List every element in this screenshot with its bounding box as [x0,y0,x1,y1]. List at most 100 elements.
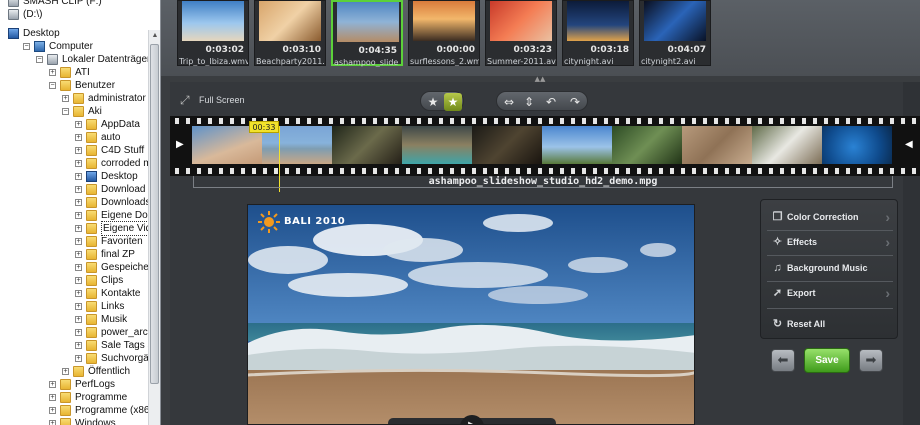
panel-item[interactable]: ↻ Reset All [770,314,892,334]
panel-item[interactable]: ♫ Background Music [770,258,892,278]
tree-item[interactable]: + Windows [49,417,116,425]
timeline-frame[interactable] [682,126,752,164]
expand-icon[interactable]: + [62,95,69,102]
expand-icon[interactable]: + [49,420,56,425]
tree-item[interactable]: + C4D Stuff [75,144,144,157]
expand-icon[interactable]: + [49,381,56,388]
color-correction-icon: ❐ [772,211,783,223]
tree-item[interactable]: + final ZP [75,248,135,261]
tree-item[interactable]: + PerfLogs [49,378,115,391]
timeline-frame[interactable] [612,126,682,164]
save-button[interactable]: Save [804,348,850,373]
video-preview[interactable]: BALI 2010 ▶ [247,204,695,425]
tree-item[interactable]: + Musik [75,313,127,326]
flip-vertical-icon[interactable]: ⇕ [520,93,538,111]
tree-item[interactable]: − Benutzer [49,79,115,92]
tree-scrollbar[interactable]: ▲ [148,30,160,425]
timeline-frame[interactable] [752,126,822,164]
tree-item[interactable]: + Favoriten [75,235,143,248]
tree-item[interactable]: + auto [75,131,120,144]
rotate-right-icon[interactable]: ↷ [566,93,584,111]
flip-horizontal-icon[interactable]: ⇔ [500,93,518,111]
timeline-left-arrow-icon[interactable]: ▶ [176,139,184,150]
media-thumbnail[interactable]: 0:00:00 surflessons_2.wm [408,0,480,66]
tree-item[interactable]: + Öffentlich [62,365,130,378]
tree-item[interactable]: Desktop [8,27,60,40]
thumbnail-image [413,1,475,41]
expand-icon[interactable]: + [75,251,82,258]
tree-item[interactable]: + ATI [49,66,90,79]
media-thumbnail[interactable]: 0:03:10 Beachparty2011. [254,0,326,66]
collapse-icon[interactable]: − [23,43,30,50]
fullscreen-button[interactable]: Full Screen [199,95,245,105]
media-thumbnail[interactable]: 0:04:35 ashampoo_slide [331,0,403,67]
collapse-icon[interactable]: − [62,108,69,115]
folder-tree[interactable]: SMASH CLIP (F:) (D:\) Desktop − Computer − L… [0,0,161,425]
expand-icon[interactable]: + [75,160,82,167]
next-button[interactable]: ➡ [859,349,883,372]
media-thumbnail[interactable]: 0:03:02 Trip_to_Ibiza.wmv [177,0,249,66]
expand-icon[interactable]: + [75,264,82,271]
fullscreen-icon[interactable]: ⤢ [180,93,194,107]
expand-icon[interactable]: + [75,225,82,232]
timeline-frame[interactable] [472,126,542,164]
tree-item[interactable]: + AppData [75,118,140,131]
expand-icon[interactable]: + [62,368,69,375]
folder-icon [60,418,71,425]
collapse-icon[interactable]: − [49,82,56,89]
media-thumbnail[interactable]: 0:04:07 citynight2.avi [639,0,711,66]
tree-item[interactable]: + Sale Tags 3 [75,339,153,352]
tree-item[interactable]: + Kontakte [75,287,140,300]
tree-item[interactable]: + Links [75,300,124,313]
expand-icon[interactable]: + [75,290,82,297]
tree-item[interactable]: + Clips [75,274,123,287]
expand-icon[interactable]: + [75,355,82,362]
expand-icon[interactable]: + [49,69,56,76]
timeline-right-arrow-icon[interactable]: ◀ [905,139,913,150]
tree-item[interactable]: − Lokaler Datenträger (C:) [36,53,160,66]
collapse-icon[interactable]: − [36,56,43,63]
scrollbar-thumb[interactable] [150,44,159,384]
playhead-time-marker[interactable]: 00:33 [249,121,279,133]
tree-item-drive-d[interactable]: (D:\) [8,8,42,21]
panel-item[interactable]: ➚ Export › [770,283,892,303]
expand-icon[interactable]: + [75,342,82,349]
expand-icon[interactable]: + [75,303,82,310]
timeline-frame[interactable] [822,126,892,164]
playback-controls[interactable]: ▶ [388,415,556,424]
tree-item[interactable]: − Aki [62,105,102,118]
expand-icon[interactable]: + [75,199,82,206]
tree-item[interactable]: + Downloads [75,196,150,209]
expand-icon[interactable]: + [75,147,82,154]
previous-button[interactable]: ⬅ [771,349,795,372]
panel-item[interactable]: ❐ Color Correction › [770,207,892,227]
expand-icon[interactable]: + [75,173,82,180]
expand-icon[interactable]: + [75,134,82,141]
tree-item-drive-f[interactable]: SMASH CLIP (F:) [8,0,102,8]
expand-icon[interactable]: + [75,238,82,245]
expand-icon[interactable]: + [75,186,82,193]
expand-icon[interactable]: + [75,277,82,284]
star-icon[interactable]: ★ [424,93,442,111]
tree-item[interactable]: + Programme [49,391,127,404]
tree-item[interactable]: − Computer [23,40,93,53]
timeline-frame[interactable] [542,126,612,164]
tree-item[interactable]: + Programme (x86) [49,404,153,417]
expand-icon[interactable]: + [75,121,82,128]
star-highlight-icon[interactable]: ★ [444,93,462,111]
tree-item[interactable]: + Desktop [75,170,138,183]
expand-icon[interactable]: + [75,212,82,219]
media-thumbnail[interactable]: 0:03:23 Summer-2011.avi [485,0,557,66]
timeline-frame[interactable] [332,126,402,164]
scroll-up-icon[interactable]: ▲ [151,32,159,40]
timeline-filmstrip[interactable]: ▶ ◀ [170,116,920,176]
expand-icon[interactable]: + [75,316,82,323]
expand-icon[interactable]: + [75,329,82,336]
timeline-frame[interactable] [402,126,472,164]
rotate-left-icon[interactable]: ↶ [542,93,560,111]
media-thumbnail[interactable]: 0:03:18 citynight.avi [562,0,634,66]
panel-item[interactable]: ✧ Effects › [770,232,892,252]
expand-icon[interactable]: + [49,407,56,414]
expand-icon[interactable]: + [49,394,56,401]
tree-item[interactable]: + administrator [62,92,146,105]
